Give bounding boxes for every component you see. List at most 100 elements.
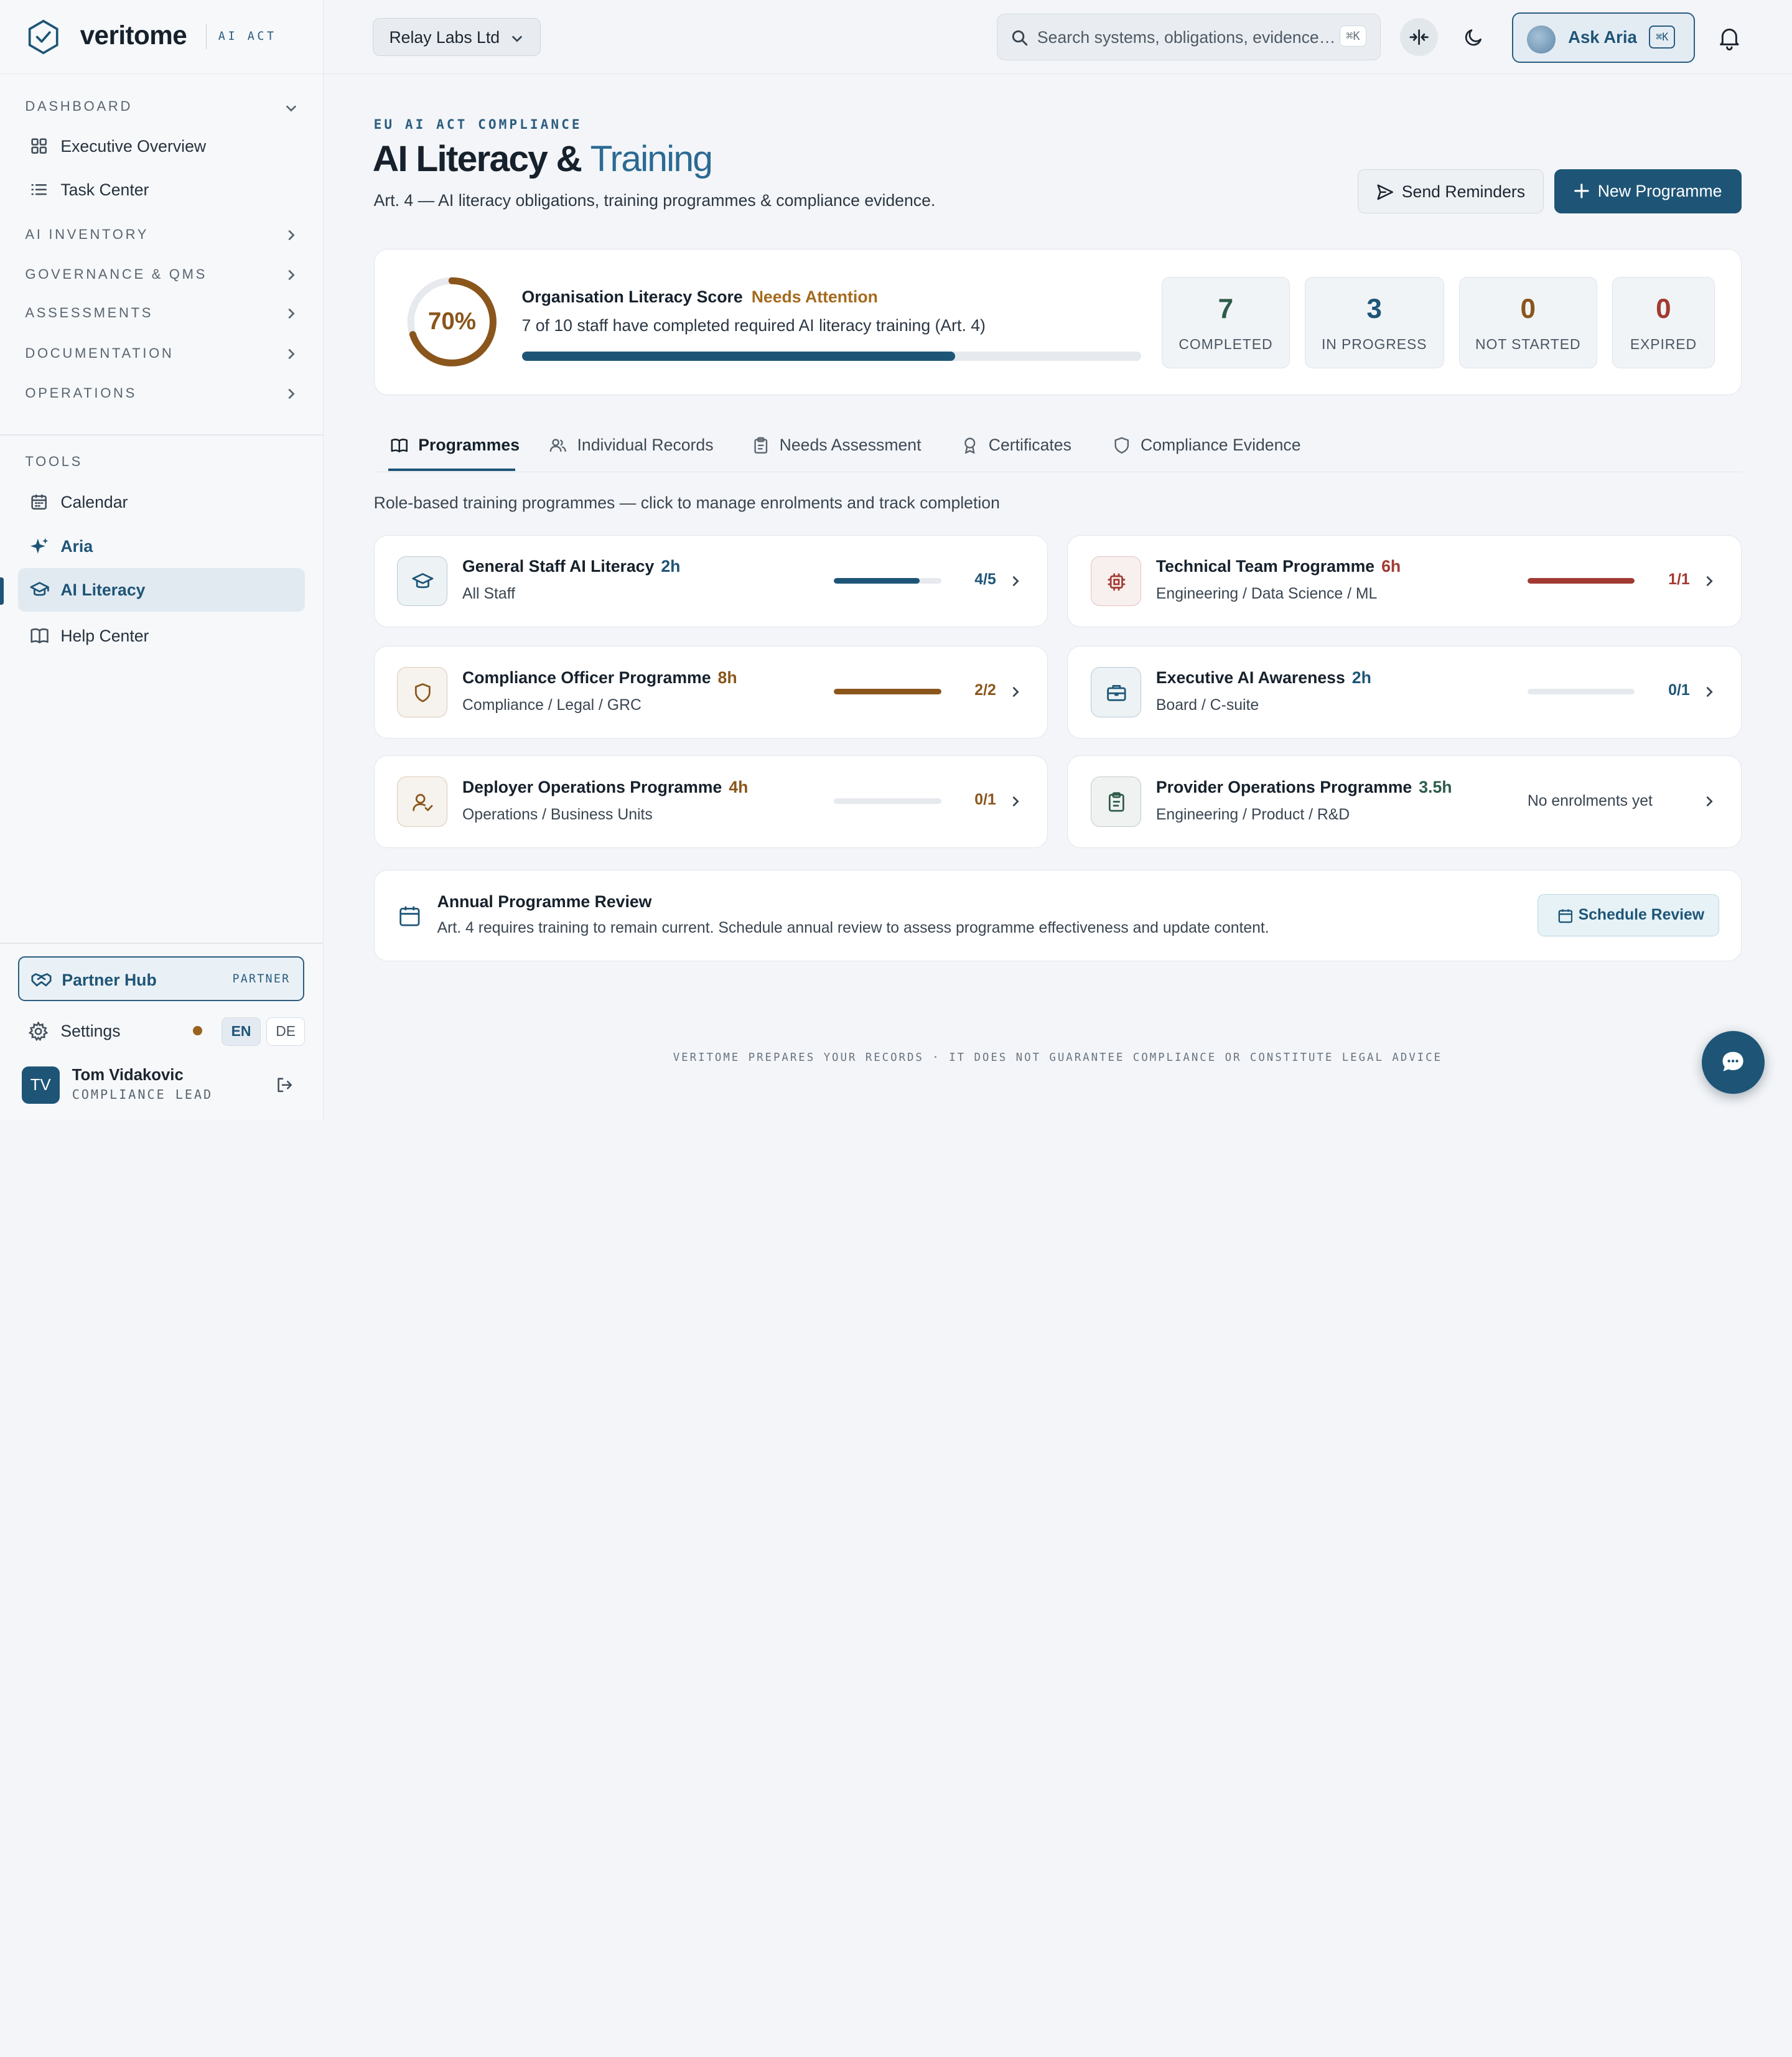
org-selector[interactable]: Relay Labs Ltd xyxy=(372,18,541,56)
chevron-down-icon[interactable] xyxy=(284,101,299,116)
graduation-cap-icon xyxy=(412,572,434,588)
programme-icon-box xyxy=(397,556,448,607)
clipboard-icon xyxy=(754,437,767,454)
programme-count: 0/1 xyxy=(1668,681,1690,699)
settings-link[interactable]: Settings xyxy=(60,1022,120,1041)
programme-title: Compliance Officer Programme 8h xyxy=(462,668,737,688)
score-status: Needs Attention xyxy=(751,287,878,306)
tab-label: Needs Assessment xyxy=(779,435,922,454)
active-tab-underline xyxy=(388,469,516,471)
tab-needs-assessment[interactable]: Needs Assessment xyxy=(752,424,930,472)
programme-card-executive-awareness[interactable]: Executive AI Awareness 2h Board / C-suite… xyxy=(1067,645,1742,739)
logo-shield-icon xyxy=(28,19,58,55)
sidebar-item-ai-literacy[interactable]: AI Literacy xyxy=(18,567,306,612)
brand[interactable]: veritome AI ACT xyxy=(0,0,324,75)
programme-card-compliance-officer[interactable]: Compliance Officer Programme 8h Complianc… xyxy=(373,645,1048,739)
chevron-down-icon xyxy=(512,35,522,42)
section-ai-inventory[interactable]: AI INVENTORY xyxy=(25,226,149,243)
sidebar-item-aria[interactable]: Aria xyxy=(18,525,305,568)
stat-label: EXPIRED xyxy=(1630,336,1697,353)
score-progress-bar xyxy=(521,351,1141,361)
programme-name: Compliance Officer Programme xyxy=(462,668,711,687)
stat-label: IN PROGRESS xyxy=(1321,336,1427,353)
book-icon xyxy=(30,628,49,643)
score-title: Organisation Literacy Score xyxy=(521,287,743,306)
lang-de-button[interactable]: DE xyxy=(266,1017,306,1046)
chevron-right-icon[interactable] xyxy=(284,228,299,243)
new-programme-button[interactable]: New Programme xyxy=(1554,169,1742,214)
chevron-right-icon[interactable] xyxy=(284,306,299,321)
stat-in-progress[interactable]: 3 IN PROGRESS xyxy=(1304,277,1444,369)
programme-hours: 2h xyxy=(1351,668,1371,687)
programme-audience: Operations / Business Units xyxy=(462,806,653,823)
page-subtitle: Art. 4 — AI literacy obligations, traini… xyxy=(373,190,936,210)
tab-certificates[interactable]: Certificates xyxy=(961,424,1098,472)
search-input[interactable]: Search systems, obligations, evidence… xyxy=(1037,28,1335,47)
sidebar-item-task-center[interactable]: Task Center xyxy=(18,168,305,212)
partner-hub-button[interactable]: Partner Hub PARTNER xyxy=(18,956,304,1001)
programme-card-technical-team[interactable]: Technical Team Programme 6h Engineering /… xyxy=(1067,534,1742,628)
programme-card-deployer-operations[interactable]: Deployer Operations Programme 4h Operatio… xyxy=(373,755,1048,848)
users-icon xyxy=(550,439,567,452)
no-enrolments-text: No enrolments yet xyxy=(1527,792,1653,809)
notifications-button[interactable] xyxy=(1710,18,1748,56)
send-reminders-button[interactable]: Send Reminders xyxy=(1357,169,1544,214)
programme-count: 1/1 xyxy=(1668,571,1690,588)
ask-aria-button[interactable]: Ask Aria ⌘K xyxy=(1511,12,1695,63)
calendar-icon xyxy=(1558,909,1572,923)
notification-dot xyxy=(193,1026,203,1036)
stat-value: 0 xyxy=(1520,294,1536,325)
section-operations[interactable]: OPERATIONS xyxy=(25,385,137,401)
logout-icon[interactable] xyxy=(276,1076,293,1094)
programme-audience: Engineering / Product / R&D xyxy=(1155,806,1350,823)
programme-card-general-staff[interactable]: General Staff AI Literacy 2h All Staff 4/… xyxy=(373,534,1048,628)
review-description: Art. 4 requires training to remain curre… xyxy=(437,919,1269,936)
layout-toggle-button[interactable] xyxy=(1399,18,1438,56)
chevron-right-icon[interactable] xyxy=(284,268,299,282)
sidebar-item-executive-overview[interactable]: Executive Overview xyxy=(18,124,305,168)
chevron-right-icon xyxy=(1706,687,1713,697)
section-dashboard[interactable]: DASHBOARD xyxy=(25,98,133,114)
search-box[interactable]: Search systems, obligations, evidence… ⌘… xyxy=(996,14,1381,61)
section-documentation[interactable]: DOCUMENTATION xyxy=(25,345,174,361)
programme-hours: 3.5h xyxy=(1419,777,1452,796)
stat-not-started[interactable]: 0 NOT STARTED xyxy=(1458,277,1597,369)
clipboard-icon xyxy=(1109,792,1124,812)
annual-review-banner: Annual Programme Review Art. 4 requires … xyxy=(373,869,1742,961)
new-programme-label: New Programme xyxy=(1597,182,1722,201)
avatar: TV xyxy=(21,1066,60,1104)
programme-progress-bar xyxy=(1527,688,1635,694)
sidebar-item-help-center[interactable]: Help Center xyxy=(18,613,305,657)
section-governance-qms[interactable]: GOVERNANCE & QMS xyxy=(25,266,207,282)
chevron-right-icon[interactable] xyxy=(284,386,299,401)
chevron-right-icon[interactable] xyxy=(284,347,299,361)
dark-mode-toggle[interactable] xyxy=(1455,18,1493,56)
chat-launcher-button[interactable] xyxy=(1701,1030,1765,1094)
stat-expired[interactable]: 0 EXPIRED xyxy=(1612,277,1715,369)
programme-card-provider-operations[interactable]: Provider Operations Programme 3.5h Engine… xyxy=(1067,755,1742,848)
active-indicator xyxy=(0,577,4,605)
programme-icon-box xyxy=(1091,777,1141,827)
programme-progress-bar xyxy=(833,577,941,584)
programme-hours: 8h xyxy=(717,668,737,687)
programme-count: 0/1 xyxy=(974,791,996,808)
calendar-icon xyxy=(399,906,420,926)
shield-icon xyxy=(1114,437,1129,454)
gear-icon[interactable] xyxy=(28,1022,49,1042)
tab-individual-records[interactable]: Individual Records xyxy=(549,424,721,472)
sidebar-item-label: Task Center xyxy=(60,180,149,200)
tab-compliance-evidence[interactable]: Compliance Evidence xyxy=(1113,424,1313,472)
schedule-review-button[interactable]: Schedule Review xyxy=(1538,894,1720,937)
section-assessments[interactable]: ASSESSMENTS xyxy=(25,305,153,321)
lang-en-button[interactable]: EN xyxy=(222,1017,261,1046)
book-open-icon xyxy=(391,438,408,452)
sidebar-item-calendar[interactable]: Calendar xyxy=(18,480,305,523)
stat-completed[interactable]: 7 COMPLETED xyxy=(1162,277,1290,369)
ask-aria-label: Ask Aria xyxy=(1568,27,1637,47)
handshake-icon xyxy=(31,973,52,986)
tab-programmes[interactable]: Programmes xyxy=(391,424,520,472)
programme-name: Executive AI Awareness xyxy=(1155,668,1345,687)
programme-progress-fill xyxy=(833,688,941,694)
chevron-right-icon xyxy=(1706,576,1713,586)
programme-hours: 4h xyxy=(729,777,749,796)
